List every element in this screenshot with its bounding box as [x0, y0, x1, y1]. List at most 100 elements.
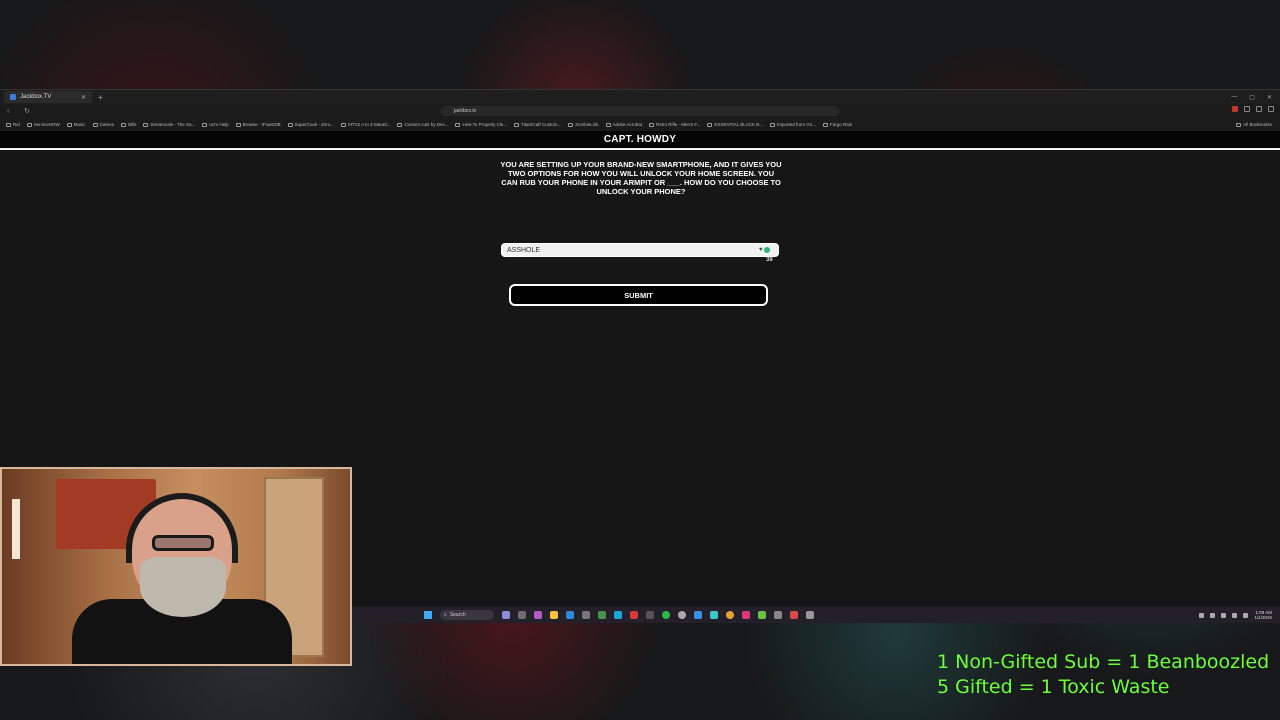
- taskbar-search[interactable]: ⌕ Search: [440, 610, 494, 620]
- search-icon: ⌕: [444, 612, 447, 618]
- heart-icon[interactable]: ♥: [759, 247, 763, 253]
- tray-app-icon[interactable]: [1221, 612, 1227, 618]
- system-tray: 1:09 AM 1/1/2026: [1199, 610, 1280, 620]
- bookmark-item[interactable]: ESSENTIAL BLACK B...: [707, 122, 763, 127]
- bookmark-item[interactable]: How To Properly Cle...: [455, 122, 507, 127]
- tab-title: Jackbox.TV: [20, 94, 52, 100]
- site-icon: [143, 122, 149, 127]
- url-field[interactable]: jackbox.tv: [440, 106, 840, 116]
- site-icon: [649, 122, 655, 127]
- bookmark-item[interactable]: Bills: [121, 122, 136, 127]
- tray-app-icon[interactable]: [1210, 612, 1216, 618]
- app-icon[interactable]: [582, 611, 590, 619]
- app-icon[interactable]: [614, 611, 622, 619]
- sub-goals-overlay: 1 Non-Gifted Sub = 1 Beanboozled 5 Gifte…: [937, 650, 1277, 700]
- minimize-icon[interactable]: —: [1231, 94, 1237, 101]
- menu-icon[interactable]: [1268, 106, 1274, 112]
- app-icon[interactable]: [598, 611, 606, 619]
- streamer-beard: [140, 557, 226, 617]
- app-icon[interactable]: [758, 611, 766, 619]
- site-icon: [455, 122, 461, 127]
- tab-bar: Jackbox.TV ✕ + — ▢ ✕: [0, 90, 1280, 104]
- webcam-overlay: [0, 467, 352, 666]
- downloads-icon[interactable]: [1244, 106, 1250, 112]
- folder-icon: [26, 122, 32, 127]
- bookmark-item[interactable]: Fargo Rain: [823, 122, 852, 127]
- candle-image: [12, 499, 20, 559]
- goal-line-2: 5 Gifted = 1 Toxic Waste: [937, 676, 1170, 698]
- goal-line-1: 1 Non-Gifted Sub = 1 Beanboozled: [937, 651, 1270, 673]
- copilot-icon[interactable]: [502, 611, 510, 619]
- site-icon: [707, 122, 713, 127]
- bookmark-item[interactable]: Streamcats - The Sa...: [143, 122, 195, 127]
- bookmark-item[interactable]: Music: [66, 122, 86, 127]
- back-icon[interactable]: ‹: [7, 108, 17, 115]
- chrome-icon[interactable]: [726, 611, 734, 619]
- bookmark-item[interactable]: Custom cuts by Des...: [397, 122, 448, 127]
- app-icon[interactable]: [678, 611, 686, 619]
- extensions-area: [1232, 106, 1274, 112]
- close-tab-icon[interactable]: ✕: [81, 94, 86, 101]
- folder-icon: [6, 122, 11, 127]
- site-icon: [287, 122, 293, 127]
- bookmark-item[interactable]: ServiceNOW: [26, 122, 60, 127]
- wifi-icon[interactable]: [1232, 612, 1238, 618]
- site-icon: [823, 122, 829, 127]
- maximize-icon[interactable]: ▢: [1249, 94, 1255, 101]
- site-icon: [605, 122, 611, 127]
- player-header: CAPT. HOWDY: [0, 131, 1280, 150]
- spotify-icon[interactable]: [662, 611, 670, 619]
- volume-icon[interactable]: [1243, 612, 1249, 618]
- app-icon[interactable]: [694, 611, 702, 619]
- folder-icon: [66, 122, 72, 127]
- submit-button[interactable]: SUBMIT: [509, 284, 768, 306]
- bookmark-item[interactable]: Imported from Go...: [770, 122, 816, 127]
- player-name: CAPT. HOWDY: [603, 134, 677, 145]
- bookmark-item[interactable]: Retro Rifle - Men's F...: [649, 122, 700, 127]
- extension-icon[interactable]: [1232, 106, 1238, 112]
- profile-icon[interactable]: [1256, 106, 1262, 112]
- app-icon[interactable]: [742, 611, 750, 619]
- taskbar: ⌕ Search 1:09 AM 1/1/2026: [352, 607, 1280, 623]
- site-icon: [341, 122, 347, 127]
- bookmark-item[interactable]: SuperCook - Zero...: [287, 122, 334, 127]
- file-explorer-icon[interactable]: [550, 611, 558, 619]
- task-view-icon[interactable]: [518, 611, 526, 619]
- bookmark-item[interactable]: MTV2 A to Z Maratl...: [341, 122, 390, 127]
- bookmark-item[interactable]: Adobe Acrobat: [605, 122, 642, 127]
- answer-input[interactable]: [501, 243, 779, 257]
- folder-icon: [1236, 122, 1242, 127]
- bookmark-item[interactable]: ZombieLink: [568, 122, 599, 127]
- browser-tab[interactable]: Jackbox.TV ✕: [4, 91, 92, 103]
- bookmark-item[interactable]: Games: [92, 122, 114, 127]
- grammar-icon[interactable]: [763, 246, 770, 253]
- folder-icon: [121, 122, 127, 127]
- bookmark-item[interactable]: Browse - IFoamDB: [235, 122, 281, 127]
- start-icon[interactable]: [424, 611, 432, 619]
- site-icon: [397, 122, 403, 127]
- app-icon[interactable]: [806, 611, 814, 619]
- all-bookmarks[interactable]: All Bookmarks: [1236, 122, 1280, 127]
- game-prompt: YOU ARE SETTING UP YOUR BRAND-NEW SMARTP…: [500, 160, 782, 196]
- reload-icon[interactable]: ↻: [24, 107, 34, 115]
- bookmark-item[interactable]: TitanCraft Custom...: [514, 122, 561, 127]
- chevron-up-icon[interactable]: [1199, 612, 1205, 618]
- taskbar-apps: ⌕ Search: [424, 610, 814, 620]
- close-window-icon[interactable]: ✕: [1267, 94, 1272, 101]
- new-tab-icon[interactable]: +: [98, 93, 103, 102]
- site-icon: [568, 122, 574, 127]
- app-icon[interactable]: [790, 611, 798, 619]
- address-bar: ‹ ↻ jackbox.tv: [0, 104, 1280, 118]
- bookmark-item[interactable]: Un's Help: [202, 122, 229, 127]
- app-icon[interactable]: [534, 611, 542, 619]
- bookmark-item[interactable]: Rel: [6, 122, 20, 127]
- site-icon: [514, 122, 520, 127]
- char-count: 38: [766, 257, 773, 263]
- app-icon[interactable]: [710, 611, 718, 619]
- folder-icon: [770, 122, 776, 127]
- app-icon[interactable]: [630, 611, 638, 619]
- app-icon[interactable]: [774, 611, 782, 619]
- app-icon[interactable]: [646, 611, 654, 619]
- clock[interactable]: 1:09 AM 1/1/2026: [1254, 610, 1272, 620]
- edge-icon[interactable]: [566, 611, 574, 619]
